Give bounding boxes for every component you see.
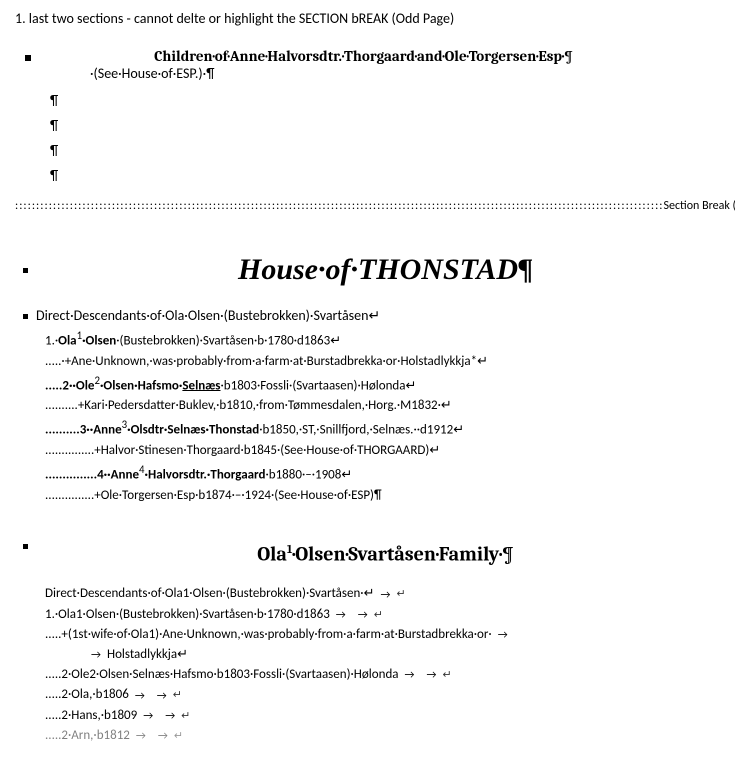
name-bold: ..........3··: [45, 423, 93, 438]
paragraph-mark: ¶: [50, 142, 735, 159]
text: ·b1803·Fossli·(Svartaasen)·Hølonda↵: [221, 378, 417, 393]
return-arrow-icon: ↵: [396, 587, 405, 600]
text: .....2·Ola,·b1806: [45, 687, 129, 702]
text: Ola: [257, 542, 287, 565]
text: .....2·Ole2·Olsen·Selnæs·Hafsmo·b1803·Fo…: [45, 667, 399, 682]
tab-arrow-icon: →: [91, 647, 101, 662]
family-heading-row: Ola1·Olsen·Svartåsen·Family·¶: [15, 507, 735, 586]
tab-arrow-icon: →: [405, 667, 415, 682]
name-bold: Ole: [76, 378, 95, 393]
bullet-icon: [23, 544, 28, 549]
paragraph-mark: ¶: [50, 92, 735, 109]
house-title-row: House·of·THONSTAD¶: [15, 233, 735, 307]
tab-arrow-icon: →: [336, 607, 346, 622]
tree-line: .....2·Ole2·Olsen·Selnæs·Hafsmo·b1803·Fo…: [45, 666, 735, 684]
tab-arrow-icon: →: [426, 667, 436, 682]
return-arrow-icon: ↵: [174, 729, 183, 742]
bullet-icon: [23, 268, 28, 273]
bullet-icon: [23, 314, 28, 319]
tab-arrow-icon: →: [158, 728, 168, 743]
tab-arrow-icon: →: [358, 607, 368, 622]
tab-arrow-icon: →: [498, 627, 508, 642]
name-bold: ...............4··: [45, 467, 111, 482]
tree-line: ...............+Halvor·Stinesen·Thorgaar…: [45, 442, 735, 460]
see-house-text: ·(See·House·of·ESP.)·¶: [90, 65, 735, 82]
tree-line: ..........3··Anne3·Olsdtr·Selnæs·Thonsta…: [45, 417, 735, 440]
bullet-icon: [25, 55, 31, 61]
text: ·b1880·–·1908↵: [265, 467, 352, 482]
tree-line: .....+(1st·wife·of·Ola1)·Ane·Unknown,·wa…: [45, 626, 735, 644]
tree-line: .....2·Ola,·b1806 → → ↵: [45, 686, 735, 704]
text: Direct·Descendants·of·Ola1·Olsen·(Busteb…: [45, 586, 374, 601]
name-bold: .....2··: [45, 378, 76, 393]
name-bold: ·Olsen·Hafsmo·: [100, 378, 182, 393]
text: 1.·: [45, 333, 58, 348]
question-text: 1. last two sections - cannot delte or h…: [15, 10, 735, 27]
name-underline: Selnæs: [182, 378, 220, 393]
tree-line: .....·+Ane·Unknown,·was·probably·from·a·…: [45, 353, 735, 371]
tree-line: ...............+Ole·Torgersen·Esp·b1874·…: [45, 487, 735, 505]
direct-desc-text: Direct·Descendants·of·Ola·Olsen·(Bustebr…: [36, 307, 380, 324]
tree-line: .....2·Hans,·b1809 → → ↵: [45, 707, 735, 725]
text: .....+(1st·wife·of·Ola1)·Ane·Unknown,·wa…: [45, 627, 492, 642]
text: 1.·Ola1·Olsen·(Bustebrokken)·Svartåsen·b…: [45, 607, 330, 622]
text: .....2·Arn,·b1812: [45, 728, 130, 743]
children-heading-row: Children·of·Anne·Halvorsdtr.·Thorgaard·a…: [15, 47, 735, 65]
return-arrow-icon: ↵: [173, 688, 182, 701]
name-bold: ·Olsen: [82, 333, 116, 348]
tree-line: .....2·Arn,·b1812 → → ↵: [45, 727, 735, 745]
text: Holstadlykkja↵: [107, 647, 188, 662]
section-break-label: Section Break (Odd Page): [663, 199, 735, 213]
paragraph-mark: ¶: [50, 117, 735, 134]
tab-arrow-icon: →: [380, 587, 390, 602]
return-arrow-icon: ↵: [442, 668, 451, 681]
tree-line: .....2··Ole2·Olsen·Hafsmo·Selnæs·b1803·F…: [45, 373, 735, 396]
tree-line: ..........+Kari·Pedersdatter·Buklev,·b18…: [45, 397, 735, 415]
tab-arrow-icon: →: [136, 728, 146, 743]
tab-arrow-icon: →: [157, 688, 167, 703]
text: .....2·Hans,·b1809: [45, 708, 137, 723]
section-break: ::::::::::::::::::::::::::::::::::::::::…: [15, 199, 735, 213]
tab-arrow-icon: →: [135, 688, 145, 703]
tree-line: 1.·Ola1·Olsen·(Bustebrokken)·Svartåsen·b…: [45, 328, 735, 351]
tree-line: ...............4··Anne4·Halvorsdtr.·Thor…: [45, 462, 735, 485]
house-title: House·of·THONSTAD¶: [36, 253, 735, 287]
return-arrow-icon: ↵: [374, 608, 383, 621]
text: ·Olsen·Svartåsen·Family·¶: [292, 542, 513, 565]
name-bold: ·Olsdtr·Selnæs·Thonstad: [127, 423, 259, 438]
name-bold: Anne: [111, 467, 139, 482]
name-bold: Anne: [93, 423, 121, 438]
paragraph-mark: ¶: [50, 167, 735, 184]
name-bold: Ola: [58, 333, 76, 348]
tab-arrow-icon: →: [143, 708, 153, 723]
text: ·(Bustebrokken)·Svartåsen·b·1780·d1863↵: [116, 333, 341, 348]
direct-descendants-text: Direct·Descendants·of·Ola1·Olsen·(Busteb…: [45, 585, 735, 603]
family-heading: Ola1·Olsen·Svartåsen·Family·¶: [36, 542, 735, 566]
direct-descendants-heading: Direct·Descendants·of·Ola·Olsen·(Bustebr…: [15, 307, 735, 324]
tree-line: → Holstadlykkja↵: [85, 646, 735, 664]
name-bold: ·Halvorsdtr.·Thorgaard: [145, 467, 266, 482]
section-break-dots-left: ::::::::::::::::::::::::::::::::::::::::…: [15, 199, 663, 213]
text: ·b1850,·ST,·Snillfjord,·Selnæs.··d1912↵: [259, 423, 464, 438]
return-arrow-icon: ↵: [181, 709, 190, 722]
children-heading: Children·of·Anne·Halvorsdtr.·Thorgaard·a…: [154, 47, 573, 65]
tab-arrow-icon: →: [165, 708, 175, 723]
tree-line: 1.·Ola1·Olsen·(Bustebrokken)·Svartåsen·b…: [45, 606, 735, 624]
